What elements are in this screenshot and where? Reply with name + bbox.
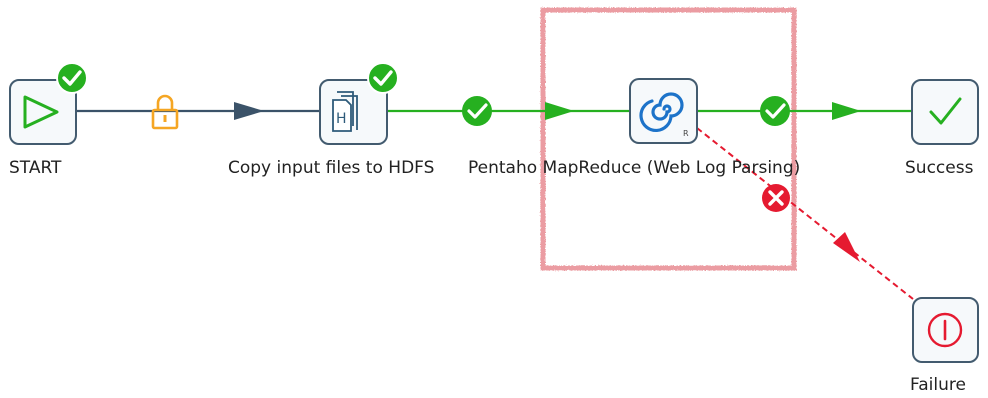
start-node[interactable] <box>9 62 88 145</box>
success-node[interactable] <box>911 79 979 145</box>
x-circle-icon[interactable] <box>762 184 790 212</box>
mapreduce-node-label: Pentaho MapReduce (Web Log Parsing) <box>468 158 801 178</box>
success-check-badge-icon <box>56 62 88 94</box>
hop-copy-to-mapreduce[interactable] <box>387 102 630 120</box>
failure-node-label: Failure <box>910 375 966 395</box>
job-canvas: H R <box>9 7 979 363</box>
copy-files-node[interactable]: H <box>319 62 399 145</box>
failure-node[interactable] <box>912 297 979 363</box>
success-check-badge-icon <box>367 62 399 94</box>
copy-files-node-label: Copy input files to HDFS <box>228 158 435 178</box>
svg-text:H: H <box>336 111 347 127</box>
mapreduce-node[interactable]: R <box>629 78 698 144</box>
mapreduce-sub-label: R <box>683 129 689 138</box>
hop-start-to-copy[interactable] <box>76 102 320 120</box>
hop-mapreduce-to-failure[interactable] <box>696 127 914 300</box>
hop-mapreduce-to-success[interactable] <box>697 102 912 120</box>
check-circle-icon[interactable] <box>462 96 492 126</box>
start-node-label: START <box>9 158 62 178</box>
success-node-label: Success <box>905 158 974 178</box>
check-circle-icon[interactable] <box>760 96 790 126</box>
